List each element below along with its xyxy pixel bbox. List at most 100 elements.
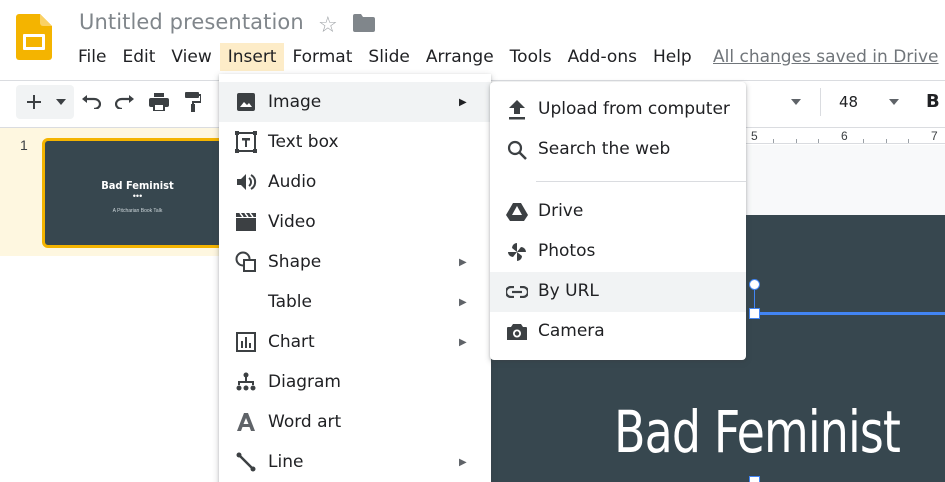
menu-item-label: Word art: [268, 412, 342, 432]
submenu-arrow-icon: ▶: [459, 256, 467, 268]
submenu-item-label: Camera: [538, 321, 605, 341]
camera-item[interactable]: Camera: [490, 312, 746, 352]
insert-audio-item[interactable]: Audio: [219, 162, 491, 202]
menu-file[interactable]: File: [70, 43, 114, 71]
insert-text-box-item[interactable]: Text box: [219, 122, 491, 162]
undo-icon: [82, 95, 101, 109]
photos-item[interactable]: Photos: [490, 232, 746, 272]
menu-item-label: Video: [268, 212, 316, 232]
ruler-label-6: 6: [841, 129, 848, 143]
folder-icon[interactable]: [353, 14, 375, 32]
ruler-tick: [796, 139, 797, 143]
menu-format[interactable]: Format: [284, 43, 360, 71]
ruler-tick: [886, 139, 887, 143]
slides-logo-icon[interactable]: [16, 14, 52, 60]
submenu-item-label: By URL: [538, 281, 599, 301]
slide-number: 1: [20, 137, 28, 153]
submenu-arrow-icon: ▶: [459, 296, 467, 308]
insert-diagram-item[interactable]: Diagram: [219, 362, 491, 402]
image-icon: [235, 91, 257, 113]
menu-addons[interactable]: Add-ons: [560, 43, 645, 71]
image-submenu: Upload from computer Search the web Driv…: [490, 82, 746, 360]
submenu-item-label: Photos: [538, 241, 596, 261]
upload-from-computer-item[interactable]: Upload from computer: [490, 90, 746, 130]
search-the-web-item[interactable]: Search the web: [490, 130, 746, 170]
thumbnail-subtitle: A Pitcharian Book Talk: [112, 208, 163, 214]
print-button[interactable]: [142, 85, 176, 119]
undo-button[interactable]: [74, 85, 108, 119]
menu-item-label: Text box: [268, 132, 339, 152]
line-icon: [235, 451, 257, 473]
paint-format-icon: [185, 92, 201, 112]
text-box-icon: [235, 131, 257, 153]
slide-thumbnail[interactable]: Bad Feminist ••• A Pitcharian Book Talk: [42, 138, 230, 248]
shape-icon: [235, 251, 257, 273]
insert-table-item[interactable]: Table ▶: [219, 282, 491, 322]
diagram-icon: [235, 371, 257, 393]
menu-edit[interactable]: Edit: [114, 43, 163, 71]
search-icon: [506, 139, 528, 161]
insert-chart-item[interactable]: Chart ▶: [219, 322, 491, 362]
redo-button[interactable]: [108, 85, 142, 119]
menu-item-label: Table: [268, 292, 312, 312]
by-url-item[interactable]: By URL: [490, 272, 746, 312]
menu-item-label: Line: [268, 452, 304, 472]
resize-handle[interactable]: [749, 308, 760, 319]
insert-image-item[interactable]: Image ▶: [219, 82, 491, 122]
ruler-tick: [773, 139, 774, 143]
chart-icon: [235, 331, 257, 353]
paint-format-button[interactable]: [176, 85, 210, 119]
print-icon: [149, 93, 169, 111]
bold-button[interactable]: B: [926, 91, 940, 112]
insert-word-art-item[interactable]: Word art: [219, 402, 491, 442]
document-title[interactable]: Untitled presentation: [79, 10, 304, 34]
insert-line-item[interactable]: Line ▶: [219, 442, 491, 482]
submenu-arrow-icon: ▶: [459, 336, 467, 348]
menu-tools[interactable]: Tools: [502, 43, 560, 71]
selected-line[interactable]: [755, 312, 945, 315]
menu-insert[interactable]: Insert: [219, 43, 285, 71]
submenu-item-label: Drive: [538, 201, 584, 221]
link-icon: [506, 281, 528, 303]
ruler-tick: [908, 139, 909, 143]
drive-icon: [506, 201, 528, 223]
slide-title-text[interactable]: Bad Feminist: [614, 398, 901, 466]
video-icon: [235, 211, 257, 233]
submenu-item-label: Upload from computer: [538, 99, 730, 119]
insert-shape-item[interactable]: Shape ▶: [219, 242, 491, 282]
font-size-caret-icon[interactable]: [888, 92, 900, 112]
rotate-handle[interactable]: [749, 279, 760, 290]
font-size-input[interactable]: 48: [839, 93, 858, 111]
insert-video-item[interactable]: Video: [219, 202, 491, 242]
drive-item[interactable]: Drive: [490, 192, 746, 232]
menu-help[interactable]: Help: [645, 43, 700, 71]
redo-icon: [115, 95, 134, 109]
menu-view[interactable]: View: [163, 43, 219, 71]
new-slide-button[interactable]: [16, 85, 74, 119]
photos-icon: [506, 241, 528, 263]
audio-icon: [235, 171, 257, 193]
menu-item-label: Audio: [268, 172, 317, 192]
caret-down-icon[interactable]: [56, 99, 66, 105]
resize-handle-bottom[interactable]: [749, 476, 760, 482]
ruler-tick: [863, 139, 864, 143]
submenu-separator: [536, 181, 746, 182]
save-status-link[interactable]: All changes saved in Drive: [713, 47, 939, 67]
star-icon[interactable]: ☆: [318, 12, 338, 38]
thumbnail-dots: •••: [132, 191, 143, 201]
submenu-arrow-icon: ▶: [459, 456, 467, 468]
toolbar-separator: [820, 88, 821, 116]
menu-item-label: Shape: [268, 252, 322, 272]
menu-arrange[interactable]: Arrange: [418, 43, 502, 71]
toolbar: [16, 85, 210, 119]
word-art-icon: [235, 411, 257, 433]
menu-item-label: Image: [268, 92, 322, 112]
ruler-label-5: 5: [751, 129, 758, 143]
menu-bar: File Edit View Insert Format Slide Arran…: [70, 42, 700, 72]
font-dropdown-caret-icon[interactable]: [790, 92, 802, 112]
menu-slide[interactable]: Slide: [360, 43, 418, 71]
submenu-arrow-icon: ▶: [459, 96, 467, 108]
camera-icon: [506, 321, 528, 343]
menu-item-label: Diagram: [268, 372, 341, 392]
insert-menu: Image ▶ Text box Audio Video Shape ▶ Tab…: [219, 74, 491, 482]
